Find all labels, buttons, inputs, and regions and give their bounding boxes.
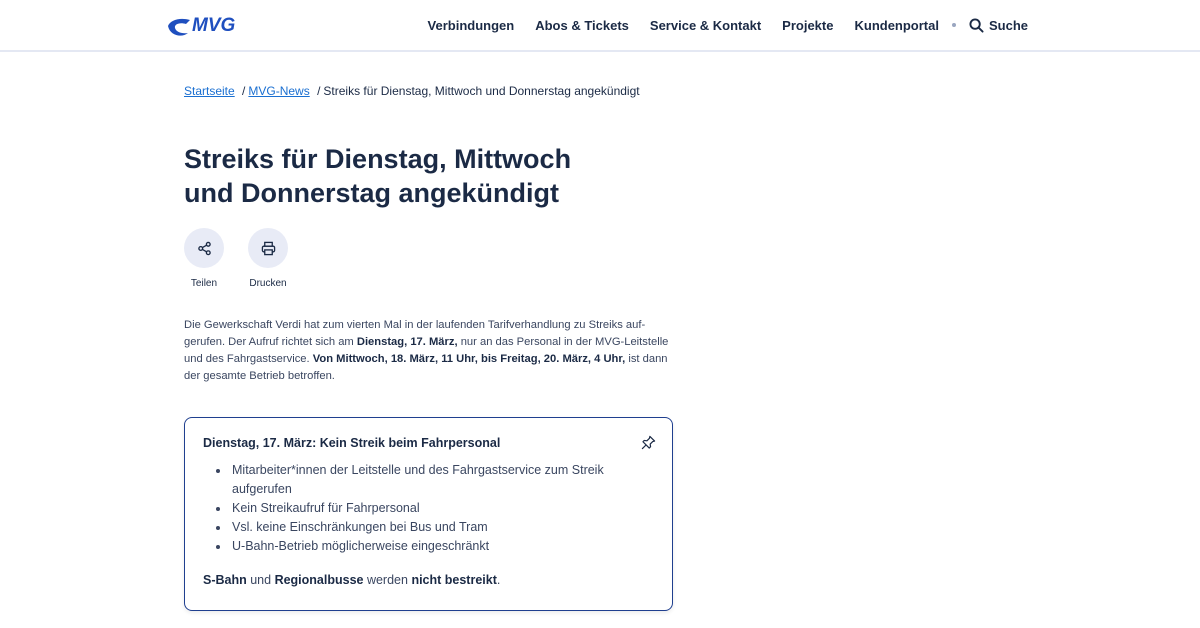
breadcrumb-separator: /	[317, 84, 321, 98]
note-bold-regionalbusse: Regionalbusse	[274, 573, 364, 587]
list-item: Vsl. keine Einschränkungen bei Bus und T…	[230, 518, 654, 537]
info-card-note: S-Bahn und Regionalbusse werden nicht be…	[203, 573, 654, 587]
info-card: Dienstag, 17. März: Kein Streik beim Fah…	[184, 417, 673, 611]
print-button[interactable]: Drucken	[248, 228, 288, 289]
info-card-title: Dienstag, 17. März: Kein Streik beim Fah…	[203, 436, 501, 450]
logo-text: MVG	[192, 15, 236, 36]
info-card-list: Mitarbeiter*innen der Leitstelle und des…	[230, 461, 654, 556]
page-title: Streiks für Dienstag, Mittwoch und Donne…	[184, 144, 572, 208]
search-label: Suche	[988, 17, 1028, 33]
mvg-logo[interactable]: MVG	[166, 12, 262, 40]
list-item: Mitarbeiter*innen der Leitstelle und des…	[230, 461, 654, 499]
note-text-3: .	[496, 573, 501, 587]
print-label: Drucken	[249, 278, 287, 289]
list-item: Kein Streikaufruf für Fahrpersonal	[230, 499, 654, 518]
pin-icon	[641, 435, 656, 450]
note-bold-sbahn: S-Bahn	[203, 573, 247, 587]
nav-projekte[interactable]: Projekte	[782, 18, 833, 33]
article-content: Startseite / MVG-News / Streiks für Dienst…	[184, 84, 674, 611]
note-text-2: werden	[363, 573, 412, 587]
nav-verbindungen[interactable]: Verbindungen	[428, 18, 515, 33]
print-button-circle[interactable]	[248, 228, 288, 268]
share-label: Teilen	[190, 278, 218, 289]
list-item: U-Bahn-Betrieb möglicherweise eingeschrä…	[230, 537, 654, 556]
breadcrumb-separator: /	[242, 84, 246, 98]
search-button[interactable]: Suche	[969, 18, 1028, 33]
nav-service-kontakt[interactable]: Service & Kontakt	[650, 18, 761, 33]
article-intro: Die Gewerkschaft Verdi hat zum vierten M…	[184, 317, 674, 385]
note-bold-nicht-bestreikt: nicht bestreikt	[411, 573, 497, 587]
nav-abos-tickets[interactable]: Abos & Tickets	[535, 18, 629, 33]
breadcrumb: Startseite / MVG-News / Streiks für Dienst…	[184, 84, 674, 98]
breadcrumb-news-link[interactable]: MVG-News	[248, 84, 309, 98]
nav-kundenportal[interactable]: Kundenportal	[854, 18, 939, 33]
intro-bold-1: Dienstag, 17. März,	[356, 336, 458, 348]
note-text-1: und	[246, 573, 275, 587]
breadcrumb-current: Streiks für Dienstag, Mittwoch und Donne…	[323, 84, 640, 98]
nav-divider-dot	[951, 23, 956, 27]
share-icon	[197, 241, 211, 255]
breadcrumb-home-link[interactable]: Startseite	[184, 84, 235, 98]
printer-icon	[261, 241, 275, 255]
search-icon	[969, 17, 984, 33]
share-button-circle[interactable]	[184, 228, 224, 268]
share-button[interactable]: Teilen	[184, 228, 224, 289]
main-nav: Verbindungen Abos & Tickets Service & Ko…	[407, 0, 1028, 50]
intro-bold-2: Von Mittwoch, 18. März, 11 Uhr, bis Frei…	[312, 353, 626, 365]
article-actions: Teilen Drucken	[184, 228, 674, 289]
site-header: MVG Verbindungen Abos & Tickets Service …	[0, 0, 1200, 52]
